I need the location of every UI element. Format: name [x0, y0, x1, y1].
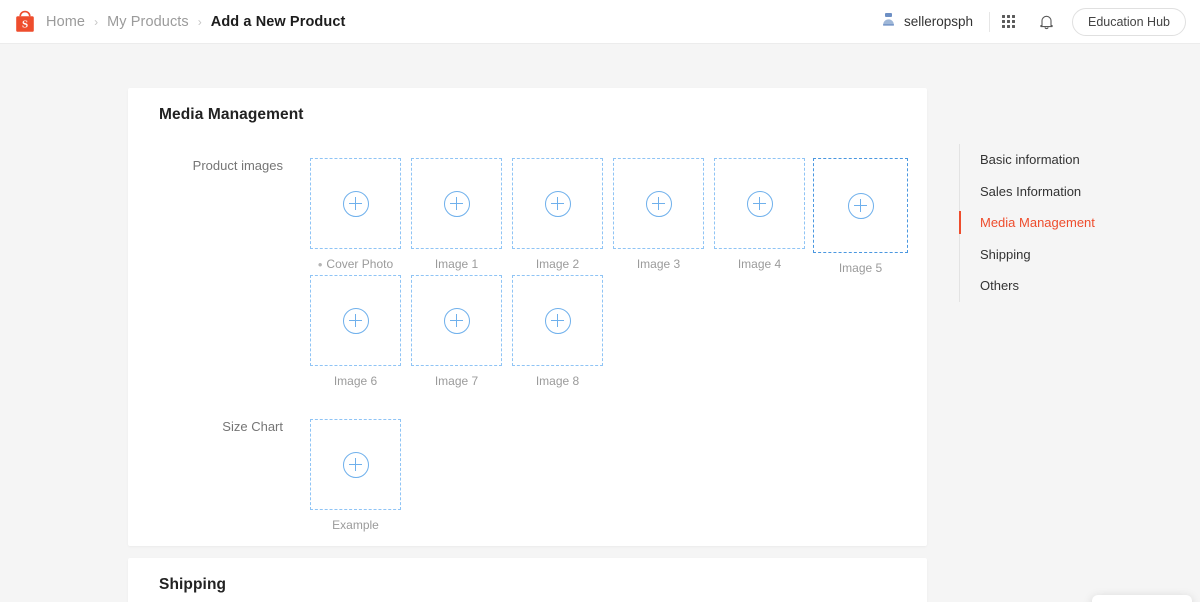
svg-text:S: S	[22, 18, 28, 30]
shipping-card: Shipping *Weight kg	[128, 558, 927, 602]
anchor-item-media-management[interactable]: Media Management	[960, 207, 1095, 239]
product-image-caption: Image 6	[334, 374, 377, 388]
media-management-card: Media Management Product images •Cover P…	[128, 88, 927, 546]
product-image-caption: Image 4	[738, 257, 781, 271]
product-image-caption-text: Image 6	[334, 374, 377, 388]
plus-circle-icon	[343, 191, 369, 217]
page-body: Media Management Product images •Cover P…	[0, 44, 1200, 602]
education-hub-button[interactable]: Education Hub	[1072, 8, 1186, 36]
product-image-caption-text: Image 3	[637, 257, 680, 271]
product-image-caption: Image 1	[435, 257, 478, 271]
apps-grid-icon[interactable]	[990, 0, 1028, 44]
breadcrumb-item-my-products[interactable]: My Products	[107, 14, 189, 30]
product-image-upload-box[interactable]	[714, 158, 805, 249]
anchor-item-sales-information[interactable]: Sales Information	[960, 176, 1095, 208]
product-image-caption-text: Cover Photo	[326, 257, 393, 271]
breadcrumb-separator-icon: ›	[198, 15, 202, 29]
plus-circle-icon	[444, 191, 470, 217]
product-images-label: Product images	[128, 158, 305, 388]
anchor-item-label: Sales Information	[980, 184, 1081, 199]
product-image-slot: •Cover Photo	[305, 158, 406, 275]
product-image-upload-box[interactable]	[613, 158, 704, 249]
product-image-slot: Image 2	[507, 158, 608, 275]
plus-circle-icon	[343, 452, 369, 478]
breadcrumb-item-home[interactable]: Home	[46, 14, 85, 30]
breadcrumb: Home › My Products › Add a New Product	[46, 14, 345, 30]
plus-circle-icon	[343, 308, 369, 334]
anchor-item-shipping[interactable]: Shipping	[960, 239, 1095, 271]
product-image-upload-box[interactable]	[512, 158, 603, 249]
size-chart-slot: Example	[305, 419, 406, 532]
plus-circle-icon	[646, 191, 672, 217]
shipping-title: Shipping	[128, 558, 927, 594]
breadcrumb-separator-icon: ›	[94, 15, 98, 29]
anchor-navigation: Basic information Sales Information Media …	[959, 144, 1095, 302]
product-image-upload-box[interactable]	[310, 158, 401, 249]
product-image-caption: Image 8	[536, 374, 579, 388]
product-image-slot: Image 6	[305, 275, 406, 388]
breadcrumb-item-add-a-new-product: Add a New Product	[211, 14, 346, 30]
avatar-icon	[882, 12, 895, 31]
header-actions: selleropsph Education Hub	[882, 0, 1186, 44]
product-image-caption: Image 7	[435, 374, 478, 388]
anchor-item-label: Media Management	[980, 215, 1095, 230]
product-image-slot: Image 4	[709, 158, 810, 275]
product-image-upload-box[interactable]	[411, 158, 502, 249]
product-image-caption: •Cover Photo	[318, 257, 393, 271]
product-image-upload-box[interactable]	[310, 275, 401, 366]
product-image-caption-text: Image 4	[738, 257, 781, 271]
product-image-caption-text: Image 2	[536, 257, 579, 271]
product-image-upload-box[interactable]	[411, 275, 502, 366]
product-images-field: Product images •Cover Photo Image 1 Image …	[128, 158, 927, 388]
product-image-slot: Image 5	[810, 158, 911, 275]
anchor-item-label: Others	[980, 278, 1019, 293]
size-chart-field: Size Chart Example	[128, 419, 927, 532]
plus-circle-icon	[848, 193, 874, 219]
plus-circle-icon	[444, 308, 470, 334]
product-image-caption-text: Image 8	[536, 374, 579, 388]
anchor-item-label: Shipping	[980, 247, 1031, 262]
plus-circle-icon	[545, 308, 571, 334]
product-image-caption: Image 3	[637, 257, 680, 271]
size-chart-label: Size Chart	[128, 419, 305, 532]
product-image-caption: Image 5	[839, 261, 882, 275]
size-chart-upload-box[interactable]	[310, 419, 401, 510]
top-header-bar: S Home › My Products › Add a New Product…	[0, 0, 1200, 44]
product-image-caption-text: Image 1	[435, 257, 478, 271]
product-image-slot: Image 1	[406, 158, 507, 275]
product-image-upload-box[interactable]	[813, 158, 908, 253]
anchor-item-others[interactable]: Others	[960, 270, 1095, 302]
account-name: selleropsph	[904, 14, 973, 29]
required-dot: •	[318, 258, 323, 271]
media-management-title: Media Management	[128, 88, 927, 124]
account-menu[interactable]: selleropsph	[882, 12, 989, 31]
product-image-slot: Image 7	[406, 275, 507, 388]
product-image-caption-text: Image 7	[435, 374, 478, 388]
product-image-caption: Image 2	[536, 257, 579, 271]
plus-circle-icon	[545, 191, 571, 217]
anchor-item-basic-information[interactable]: Basic information	[960, 144, 1095, 176]
size-chart-caption-text: Example	[332, 518, 379, 532]
shopee-logo-icon[interactable]: S	[14, 10, 36, 34]
product-image-slot: Image 3	[608, 158, 709, 275]
product-image-upload-box[interactable]	[512, 275, 603, 366]
product-image-slot: Image 8	[507, 275, 608, 388]
size-chart-caption: Example	[332, 518, 379, 532]
product-images-upload-grid: •Cover Photo Image 1 Image 2 Image 3 Image 4…	[305, 158, 927, 388]
plus-circle-icon	[747, 191, 773, 217]
chat-widget[interactable]: Chat	[1092, 595, 1192, 602]
anchor-item-label: Basic information	[980, 152, 1080, 167]
size-chart-upload-grid: Example	[305, 419, 406, 532]
product-image-caption-text: Image 5	[839, 261, 882, 275]
bell-icon[interactable]	[1028, 0, 1066, 44]
